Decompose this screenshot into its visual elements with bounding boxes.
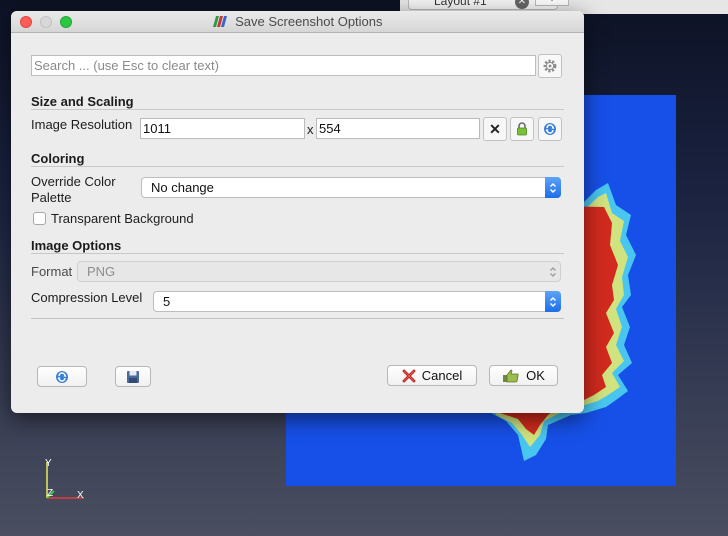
image-resolution-label: Image Resolution <box>31 117 133 132</box>
chevron-updown-icon <box>545 261 561 282</box>
compression-level-label: Compression Level <box>31 290 143 305</box>
layout-tab[interactable]: Layout #1 ✕ + <box>408 0 569 10</box>
reset-resolution-button[interactable]: ✕ <box>483 117 507 141</box>
advanced-properties-button[interactable] <box>538 54 562 78</box>
chevron-updown-icon <box>545 291 561 312</box>
save-defaults-button[interactable] <box>115 366 151 387</box>
ok-label: OK <box>526 368 545 383</box>
search-input[interactable] <box>31 55 536 76</box>
axis-y-label: Y <box>45 458 52 469</box>
thumbs-up-icon <box>503 368 519 382</box>
dialog-titlebar[interactable]: Save Screenshot Options <box>11 11 584 33</box>
resolution-times-label: x <box>307 122 314 137</box>
lock-aspect-ratio-button[interactable] <box>510 117 534 141</box>
compression-level-value: 5 <box>163 294 171 309</box>
format-value: PNG <box>87 264 116 279</box>
override-palette-label-line2: Palette <box>31 190 72 205</box>
close-icon[interactable]: ✕ <box>515 0 529 9</box>
resolution-height-input[interactable] <box>316 118 480 139</box>
restore-defaults-button[interactable] <box>37 366 87 387</box>
override-palette-value: No change <box>151 180 214 195</box>
paraview-logo-icon <box>213 16 228 27</box>
section-divider <box>31 253 564 254</box>
lock-icon <box>517 122 527 136</box>
section-title-image-options: Image Options <box>31 238 122 253</box>
resolution-width-input[interactable] <box>140 118 305 139</box>
axis-x-label: X <box>77 490 84 501</box>
layout-tab-label: Layout #1 <box>434 0 487 8</box>
add-layout-button[interactable]: + <box>535 0 569 6</box>
refresh-icon <box>544 123 556 135</box>
compression-level-select[interactable]: 5 <box>153 291 561 312</box>
floppy-disk-icon <box>127 370 139 383</box>
gear-icon <box>543 59 557 73</box>
cancel-label: Cancel <box>421 368 463 383</box>
cancel-button[interactable]: Cancel <box>387 365 477 386</box>
override-palette-label-line1: Override Color <box>31 174 116 189</box>
override-palette-select[interactable]: No change <box>141 177 561 198</box>
reset-icon: ✕ <box>489 121 501 137</box>
refresh-resolution-button[interactable] <box>538 117 562 141</box>
section-divider <box>31 109 564 110</box>
ok-button[interactable]: OK <box>489 365 558 386</box>
section-title-size-scaling: Size and Scaling <box>31 94 134 109</box>
transparent-background-checkbox[interactable] <box>33 212 46 225</box>
save-screenshot-options-dialog: Save Screenshot Options Size and Scaling… <box>11 11 584 413</box>
axis-z-label: Z <box>47 488 54 499</box>
chevron-updown-icon <box>545 177 561 198</box>
section-divider <box>31 166 564 167</box>
refresh-icon <box>56 370 68 383</box>
orientation-axes: Y Z X <box>38 454 98 509</box>
bottom-divider <box>31 318 564 319</box>
format-select: PNG <box>77 261 561 282</box>
override-palette-label: Override Color Palette <box>31 174 116 206</box>
transparent-background-label: Transparent Background <box>51 211 194 226</box>
cancel-x-icon <box>402 369 416 382</box>
section-title-coloring: Coloring <box>31 151 85 166</box>
format-label: Format <box>31 264 73 279</box>
dialog-title: Save Screenshot Options <box>235 14 383 29</box>
